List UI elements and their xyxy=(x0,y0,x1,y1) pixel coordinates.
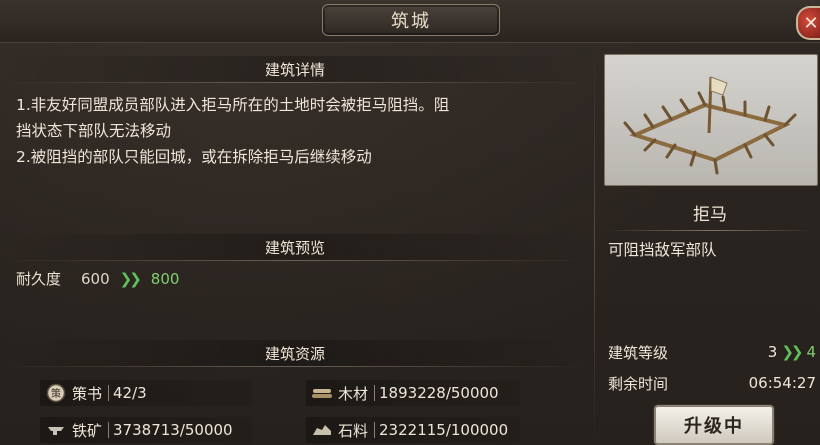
resource-label: 石料 xyxy=(338,421,369,440)
level-label: 建筑等级 xyxy=(608,343,669,362)
resource-value: 42/3 xyxy=(113,384,147,402)
resource-wood: 木材 1893228/50000 xyxy=(306,380,520,406)
close-icon: ✕ xyxy=(803,12,819,34)
level-row: 建筑等级 3 ❯❯ 4 xyxy=(608,340,816,364)
close-button[interactable]: ✕ xyxy=(796,6,820,40)
resource-label: 铁矿 xyxy=(72,421,103,440)
resource-iron: 铁矿 3738713/50000 xyxy=(40,417,252,443)
building-description: 可阻挡敌军部队 xyxy=(608,241,717,259)
top-bar: 筑城 ✕ xyxy=(0,0,820,43)
durability-old: 600 xyxy=(81,269,110,288)
strategy-book-icon: 策 xyxy=(44,382,68,404)
detail-header: 建筑详情 xyxy=(0,56,590,83)
detail-text: 1.非友好同盟成员部队进入拒马所在的土地时会被拒马阻挡。阻 挡状态下部队无法移动… xyxy=(16,92,582,170)
level-value: 3 ❯❯ 4 xyxy=(768,343,816,361)
resource-separator xyxy=(374,385,376,401)
resource-value: 3738713/50000 xyxy=(113,421,233,439)
durability-label: 耐久度 xyxy=(16,270,62,288)
iron-icon xyxy=(44,419,68,441)
stone-icon xyxy=(310,419,334,441)
resource-separator xyxy=(374,422,376,438)
panel-divider xyxy=(594,46,595,445)
level-new: 4 xyxy=(806,343,816,361)
resource-separator xyxy=(108,385,110,401)
durability-new: 800 xyxy=(150,269,180,288)
building-name: 拒马 xyxy=(693,205,727,225)
resource-stone: 石料 2322115/100000 xyxy=(306,417,520,443)
upgrade-button[interactable]: 升级中 xyxy=(654,405,774,445)
double-arrow-icon: ❯❯ xyxy=(119,269,142,288)
preview-header: 建筑预览 xyxy=(0,234,590,261)
remaining-time: 06:54:27 xyxy=(748,374,816,392)
resource-label: 策书 xyxy=(72,384,103,403)
page-title: 筑城 xyxy=(322,4,500,36)
wood-icon xyxy=(310,382,334,404)
divider xyxy=(608,230,816,231)
remaining-label: 剩余时间 xyxy=(608,374,669,393)
resource-separator xyxy=(108,422,110,438)
resource-value: 2322115/100000 xyxy=(379,421,509,439)
detail-line: 挡状态下部队无法移动 xyxy=(16,122,172,140)
detail-line: 2.被阻挡的部队只能回城，或在拆除拒马后继续移动 xyxy=(16,148,372,166)
detail-line: 1.非友好同盟成员部队进入拒马所在的土地时会被拒马阻挡。阻 xyxy=(16,96,450,114)
resource-header: 建筑资源 xyxy=(0,340,590,367)
durability-row: 耐久度 600 ❯❯ 800 xyxy=(16,268,179,289)
svg-text:策: 策 xyxy=(51,387,61,400)
double-arrow-icon: ❯❯ xyxy=(781,343,803,361)
building-image xyxy=(604,54,818,186)
resource-strategy-book: 策 策书 42/3 xyxy=(40,380,252,406)
time-row: 剩余时间 06:54:27 xyxy=(608,371,816,395)
level-old: 3 xyxy=(767,343,778,361)
resource-label: 木材 xyxy=(338,384,369,403)
resource-value: 1893228/50000 xyxy=(379,384,499,402)
